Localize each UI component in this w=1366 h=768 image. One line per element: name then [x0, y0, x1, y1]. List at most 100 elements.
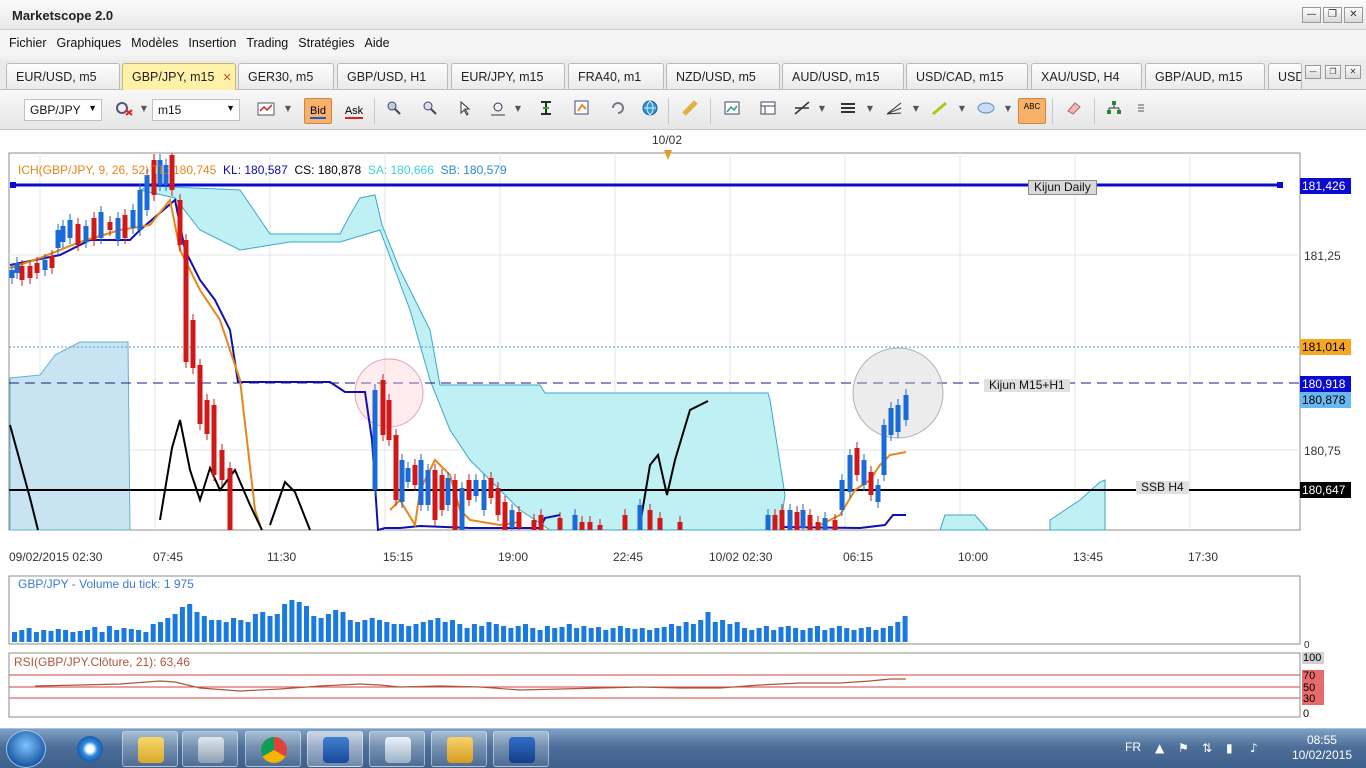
tab-nzdusd-m5[interactable]: NZD/USD, m5 [666, 63, 780, 89]
volume-bar [807, 628, 813, 642]
restore-icon[interactable]: ❐ [1323, 7, 1342, 23]
tab-gbpaud-m15[interactable]: GBP/AUD, m15 [1145, 63, 1265, 89]
chevron-down-icon[interactable]: ▼ [818, 104, 826, 113]
chevron-down-icon[interactable]: ▼ [958, 104, 966, 113]
candle-body [380, 380, 386, 435]
menu-modeles[interactable]: Modèles [126, 32, 183, 54]
tab-bar-restore-icon[interactable]: ❐ [1325, 65, 1341, 79]
calculator-icon[interactable] [182, 731, 238, 767]
tab-fra40-m1[interactable]: FRA40, m1 [568, 63, 664, 89]
ichimoku-tl: TL: 180,745 [152, 163, 217, 177]
ruler-icon[interactable] [676, 98, 704, 124]
internet-explorer-icon[interactable] [62, 731, 118, 767]
tree-icon[interactable] [1100, 98, 1128, 124]
tab-bar-minimize-icon[interactable]: — [1305, 65, 1321, 79]
volume-bar [165, 618, 171, 642]
language-indicator[interactable]: FR [1125, 740, 1141, 754]
menu-graphiques[interactable]: Graphiques [52, 32, 127, 54]
magnifier-icon[interactable] [484, 98, 512, 124]
volume-bar [41, 630, 47, 642]
layout-icon[interactable] [754, 98, 782, 124]
network-icon[interactable]: ⚑ [1178, 741, 1189, 755]
time-tick: 10:00 [958, 550, 989, 564]
marketscope-icon[interactable] [307, 731, 363, 767]
system-clock[interactable]: 08:55 10/02/2015 [1292, 733, 1352, 763]
tab-usdcad-m15[interactable]: USD/CAD, m15 [906, 63, 1028, 89]
kijun-daily-label[interactable]: Kijun Daily [1028, 180, 1097, 195]
contacts-icon[interactable] [369, 731, 425, 767]
globe-icon[interactable] [636, 98, 664, 124]
candle-body [516, 512, 522, 528]
cursor-icon[interactable] [450, 98, 478, 124]
chevron-down-icon[interactable]: ▼ [514, 104, 522, 113]
start-button[interactable] [6, 730, 46, 768]
chevron-down-icon[interactable]: ▼ [866, 104, 874, 113]
ssb-h4-label[interactable]: SSB H4 [1136, 481, 1189, 494]
tab-close-icon[interactable]: ✕ [222, 71, 231, 84]
remove-indicator-icon[interactable] [110, 98, 138, 124]
time-tick: 10/02 02:30 [709, 550, 773, 564]
timeframe-select[interactable]: m15 ▼ [152, 99, 240, 121]
chrome-icon[interactable] [245, 731, 301, 767]
instrument-select[interactable]: GBP/JPY ▼ [24, 99, 102, 121]
trading-station-icon[interactable] [493, 731, 549, 767]
snapshot-icon[interactable] [718, 98, 746, 124]
volume-bar [19, 630, 25, 642]
zoom-in-icon[interactable] [380, 98, 408, 124]
ellipse-icon[interactable] [972, 98, 1000, 124]
more-icon[interactable] [1132, 98, 1150, 124]
chevron-down-icon[interactable]: ▼ [912, 104, 920, 113]
tab-eurusd-m5[interactable]: EUR/USD, m5 [6, 63, 120, 89]
chevron-down-icon[interactable]: ▼ [140, 104, 148, 113]
tray-arrow-icon[interactable]: ▲ [1155, 741, 1164, 755]
horizontal-lines-icon[interactable] [834, 98, 862, 124]
indicators-icon[interactable] [568, 98, 596, 124]
tab-eurjpy-m15[interactable]: EUR/JPY, m15 [451, 63, 565, 89]
menu-strategies[interactable]: Stratégies [293, 32, 359, 54]
menu-insertion[interactable]: Insertion [183, 32, 241, 54]
chevron-down-icon[interactable]: ▼ [284, 104, 292, 113]
candle-body [875, 485, 881, 502]
menu-aide[interactable]: Aide [360, 32, 395, 54]
tab-usd[interactable]: USD [1268, 63, 1302, 89]
crosshair-icon[interactable] [532, 98, 560, 124]
menu-fichier[interactable]: Fichier [4, 32, 52, 54]
fan-icon[interactable] [880, 98, 908, 124]
zoom-out-icon[interactable] [416, 98, 444, 124]
outlook-icon[interactable] [431, 731, 487, 767]
bid-button[interactable]: Bid [304, 98, 332, 124]
chart-style-icon[interactable] [252, 98, 280, 124]
bid-label: Bid [310, 105, 326, 119]
eraser-icon[interactable] [1060, 98, 1088, 124]
chevron-down-icon[interactable]: ▼ [1004, 104, 1012, 113]
candle-body [211, 405, 217, 475]
rsi-level-30: 30 [1302, 693, 1324, 705]
close-icon[interactable]: ✕ [1344, 7, 1363, 23]
volume-icon[interactable]: ♪ [1250, 741, 1258, 755]
refresh-icon[interactable] [604, 98, 632, 124]
kijun-m15-label[interactable]: Kijun M15+H1 [984, 379, 1070, 392]
candle-body [204, 400, 210, 434]
chart-canvas[interactable] [0, 130, 1366, 728]
pen-icon[interactable] [926, 98, 954, 124]
tab-bar-close-icon[interactable]: ✕ [1345, 65, 1361, 79]
candle-body [502, 502, 508, 530]
rsi-line [34, 678, 906, 692]
volume-bar [252, 614, 258, 642]
tab-xauusd-h4[interactable]: XAU/USD, H4 [1031, 63, 1142, 89]
signal-icon[interactable]: ▮ [1226, 741, 1233, 755]
minimize-icon[interactable]: — [1302, 7, 1321, 23]
sync-icon[interactable]: ⇅ [1202, 741, 1212, 755]
trendline-icon[interactable] [788, 98, 816, 124]
text-tool-button[interactable]: ABC [1018, 98, 1046, 124]
tab-gbpusd-h1[interactable]: GBP/USD, H1 [337, 63, 448, 89]
tab-gbpjpy-m15[interactable]: GBP/JPY, m15 ✕ [122, 63, 236, 91]
ask-button[interactable]: Ask [340, 98, 368, 124]
tab-ger30-m5[interactable]: GER30, m5 [238, 63, 334, 89]
volume-axis-zero: 0 [1304, 640, 1310, 651]
tab-label: USD [1278, 70, 1302, 84]
tab-audusd-m15[interactable]: AUD/USD, m15 [782, 63, 904, 89]
menu-trading[interactable]: Trading [241, 32, 293, 54]
file-explorer-icon[interactable] [122, 731, 178, 767]
chart-workspace[interactable]: 10/02 ICH(GBP/JPY, 9, 26, 52) TL: 180,74… [0, 130, 1366, 728]
